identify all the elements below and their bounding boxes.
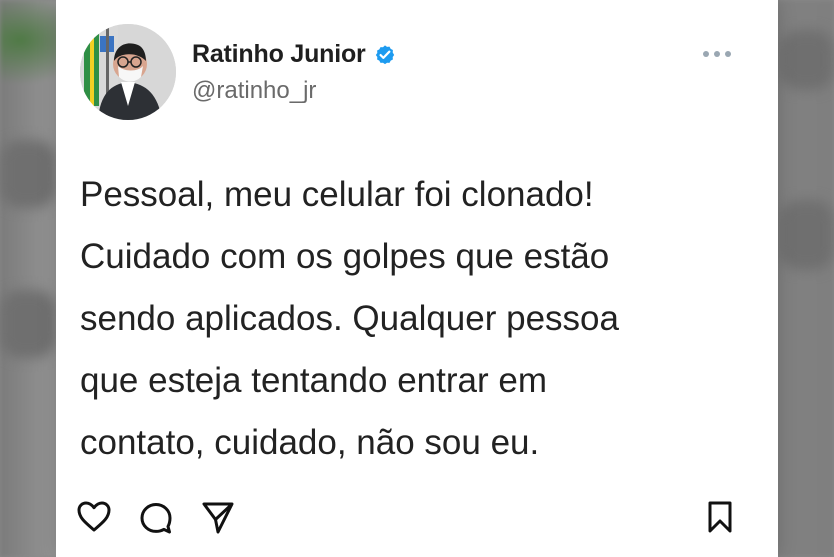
author-display-name[interactable]: Ratinho Junior (192, 40, 366, 69)
share-button[interactable] (198, 497, 238, 537)
comment-button[interactable] (136, 497, 176, 537)
more-options-button[interactable] (703, 42, 731, 66)
avatar-image (80, 24, 176, 120)
avatar-icon[interactable] (80, 24, 176, 120)
save-button[interactable] (700, 497, 740, 537)
post-card: Ratinho Junior @ratinho_jr Pessoal, meu … (56, 0, 778, 557)
more-icon-dot (714, 51, 720, 57)
heart-icon (77, 501, 111, 532)
background-blur-shape (0, 290, 55, 358)
comment-icon (140, 503, 172, 534)
author-handle[interactable]: @ratinho_jr (192, 77, 316, 105)
verified-badge-icon (375, 44, 394, 64)
post-actions (74, 497, 238, 537)
bookmark-icon (708, 501, 732, 533)
send-icon (202, 502, 234, 534)
more-icon-dot (703, 51, 709, 57)
background-blur-shape (780, 200, 834, 270)
post-text: Pessoal, meu celular foi clonado! Cuidad… (80, 175, 619, 462)
more-icon-dot (725, 51, 731, 57)
background-blur-shape (780, 30, 834, 90)
background-blur-shape (0, 140, 55, 208)
like-button[interactable] (74, 497, 114, 537)
author-name-row[interactable]: Ratinho Junior (192, 40, 396, 69)
